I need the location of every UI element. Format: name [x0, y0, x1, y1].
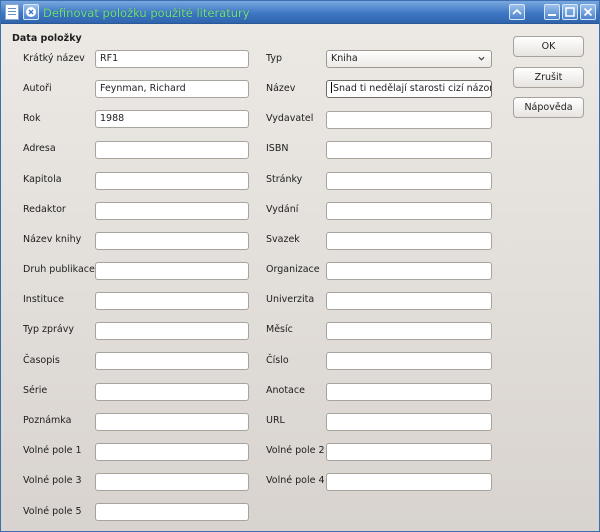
label-authors: Autoři: [23, 83, 52, 94]
edition-input[interactable]: [326, 202, 492, 220]
editor-input[interactable]: [95, 202, 249, 220]
institution-input[interactable]: [95, 292, 249, 310]
label-custom-2: Volné pole 2: [266, 445, 325, 456]
title-bar[interactable]: Definovat položku použité literatury: [1, 1, 599, 24]
label-university: Univerzita: [266, 294, 315, 305]
type-select[interactable]: Kniha: [326, 50, 492, 68]
close-circle-icon[interactable]: [23, 4, 39, 20]
window-title: Definovat položku použité literatury: [43, 6, 250, 20]
custom-2-input[interactable]: [326, 443, 492, 461]
custom-4-input[interactable]: [326, 473, 492, 491]
year-input[interactable]: 1988: [95, 110, 249, 128]
maximize-icon[interactable]: [562, 4, 578, 20]
help-button[interactable]: Nápověda: [513, 97, 584, 118]
journal-input[interactable]: [95, 352, 249, 370]
document-icon: [5, 4, 19, 20]
address-input[interactable]: [95, 141, 249, 159]
label-chapter: Kapitola: [23, 174, 62, 185]
publisher-input[interactable]: [326, 111, 492, 129]
label-url: URL: [266, 415, 285, 426]
report-type-input[interactable]: [95, 322, 249, 340]
label-title: Název: [266, 83, 296, 94]
type-select-value: Kniha: [331, 53, 358, 64]
label-organization: Organizace: [266, 264, 320, 275]
label-series: Série: [23, 385, 48, 396]
label-note: Poznámka: [23, 415, 72, 426]
note-input[interactable]: [95, 413, 249, 431]
custom-1-input[interactable]: [95, 443, 249, 461]
label-pages: Stránky: [266, 174, 303, 185]
chevron-up-icon[interactable]: [509, 4, 525, 20]
label-publication-type: Druh publikace: [23, 264, 95, 275]
label-short-name: Krátký název: [23, 53, 85, 64]
text-caret: [331, 82, 332, 93]
title-input-value: Snad ti nedělají starosti cizí názory: [333, 83, 492, 94]
annotation-input[interactable]: [326, 383, 492, 401]
label-book-title: Název knihy: [23, 234, 82, 245]
custom-5-input[interactable]: [95, 503, 249, 521]
organization-input[interactable]: [326, 262, 492, 280]
pages-input[interactable]: [326, 172, 492, 190]
label-edition: Vydání: [266, 204, 299, 215]
label-publisher: Vydavatel: [266, 113, 314, 124]
label-custom-3: Volné pole 3: [23, 475, 82, 486]
label-annotation: Anotace: [266, 385, 305, 396]
short-name-input[interactable]: RF1: [95, 50, 249, 68]
label-address: Adresa: [23, 143, 56, 154]
number-input[interactable]: [326, 352, 492, 370]
cancel-button[interactable]: Zrušit: [513, 67, 584, 88]
chapter-input[interactable]: [95, 172, 249, 190]
isbn-input[interactable]: [326, 141, 492, 159]
ok-button[interactable]: OK: [513, 36, 584, 57]
url-input[interactable]: [326, 413, 492, 431]
custom-3-input[interactable]: [95, 473, 249, 491]
publication-type-input[interactable]: [95, 262, 249, 280]
label-year: Rok: [23, 113, 41, 124]
label-type: Typ: [266, 53, 282, 64]
label-volume: Svazek: [266, 234, 300, 245]
label-isbn: ISBN: [266, 143, 289, 154]
label-report-type: Typ zprávy: [23, 324, 74, 335]
volume-input[interactable]: [326, 232, 492, 250]
authors-input[interactable]: Feynman, Richard: [95, 80, 249, 98]
label-editor: Redaktor: [23, 204, 66, 215]
label-custom-5: Volné pole 5: [23, 506, 82, 517]
series-input[interactable]: [95, 383, 249, 401]
chevron-down-icon: [478, 56, 485, 61]
section-title: Data položky: [12, 33, 82, 44]
label-journal: Časopis: [23, 355, 60, 366]
bibliography-dialog: Definovat položku použité literatury Dat…: [0, 0, 600, 532]
label-month: Měsíc: [266, 324, 293, 335]
title-input[interactable]: Snad ti nedělají starosti cizí názory: [326, 80, 492, 98]
label-number: Číslo: [266, 355, 289, 366]
university-input[interactable]: [326, 292, 492, 310]
label-custom-1: Volné pole 1: [23, 445, 82, 456]
label-custom-4: Volné pole 4: [266, 475, 325, 486]
close-icon[interactable]: [580, 4, 596, 20]
month-input[interactable]: [326, 322, 492, 340]
book-title-input[interactable]: [95, 232, 249, 250]
label-institution: Instituce: [23, 294, 64, 305]
minimize-icon[interactable]: [544, 4, 560, 20]
